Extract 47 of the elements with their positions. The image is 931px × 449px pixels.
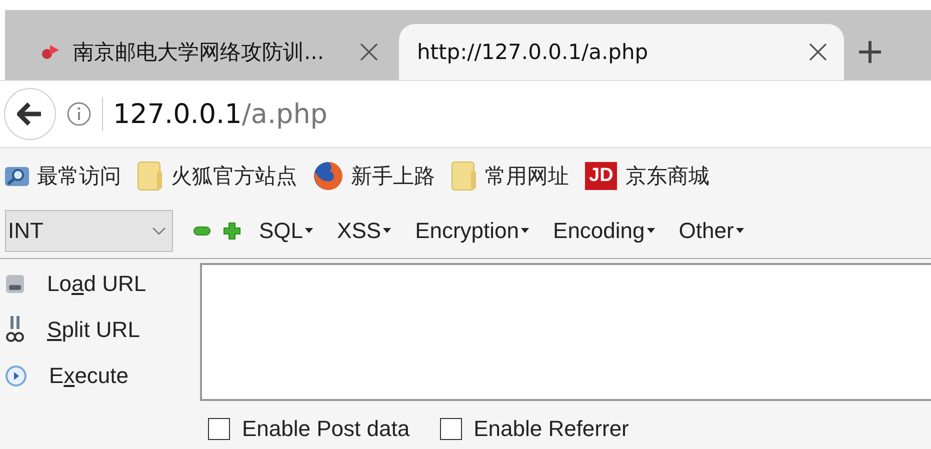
minus-icon[interactable] xyxy=(193,226,211,236)
url-textarea[interactable] xyxy=(200,263,931,401)
back-arrow-icon xyxy=(17,102,43,126)
bookmark-item[interactable]: 最常访问 xyxy=(5,162,121,190)
bookmark-item[interactable]: 火狐官方站点 xyxy=(137,161,297,191)
caret-icon xyxy=(646,228,655,234)
drive-icon[interactable] xyxy=(5,272,25,296)
menu-button[interactable]: XSS xyxy=(331,218,398,244)
scissors-icon[interactable] xyxy=(5,315,25,345)
firefox-icon xyxy=(313,161,343,191)
caret-icon xyxy=(736,228,744,234)
action-button[interactable]: Load URL xyxy=(43,271,150,297)
browser-tab[interactable]: http://127.0.0.1/a.php xyxy=(399,24,844,80)
caret-icon xyxy=(521,228,530,234)
caret-icon xyxy=(305,228,314,234)
chevron-down-icon xyxy=(152,226,166,236)
menu-button[interactable]: Other xyxy=(672,218,750,244)
tab-title: 南京邮电大学网络攻防训... xyxy=(73,39,326,66)
type-select[interactable]: INT xyxy=(5,210,173,252)
bookmark-item[interactable]: JD 京东商城 xyxy=(585,162,710,190)
close-icon[interactable] xyxy=(359,42,379,62)
folder-icon xyxy=(451,161,477,191)
action-button[interactable]: Execute xyxy=(45,363,133,389)
bookmark-item[interactable]: 新手上路 xyxy=(313,161,435,191)
browser-tab[interactable]: 南京邮电大学网络攻防训... xyxy=(5,24,395,80)
magnifier-folder-icon xyxy=(5,164,29,188)
tab-title: http://127.0.0.1/a.php xyxy=(417,40,650,64)
new-tab-icon[interactable] xyxy=(858,40,882,64)
action-button[interactable]: Split URL xyxy=(43,317,144,343)
menu-button[interactable]: Encryption xyxy=(409,218,536,244)
site-favicon xyxy=(41,43,61,61)
play-icon[interactable] xyxy=(5,365,27,387)
store-logo: JD xyxy=(585,162,618,190)
option-label: Enable Referrer xyxy=(474,416,629,442)
back-button[interactable] xyxy=(4,88,56,140)
caret-icon xyxy=(383,228,392,234)
menu-button[interactable]: SQL xyxy=(253,218,320,244)
plus-icon[interactable] xyxy=(223,222,241,240)
info-icon[interactable] xyxy=(66,101,92,127)
option-label: Enable Post data xyxy=(242,416,410,442)
checkbox[interactable] xyxy=(440,418,462,440)
address-field[interactable]: 127.0.0.1/a.php xyxy=(113,98,328,130)
bookmark-item[interactable]: 常用网址 xyxy=(451,161,569,191)
close-icon[interactable] xyxy=(808,42,828,62)
menu-button[interactable]: Encoding xyxy=(547,218,661,244)
checkbox[interactable] xyxy=(208,418,230,440)
folder-icon xyxy=(137,161,163,191)
